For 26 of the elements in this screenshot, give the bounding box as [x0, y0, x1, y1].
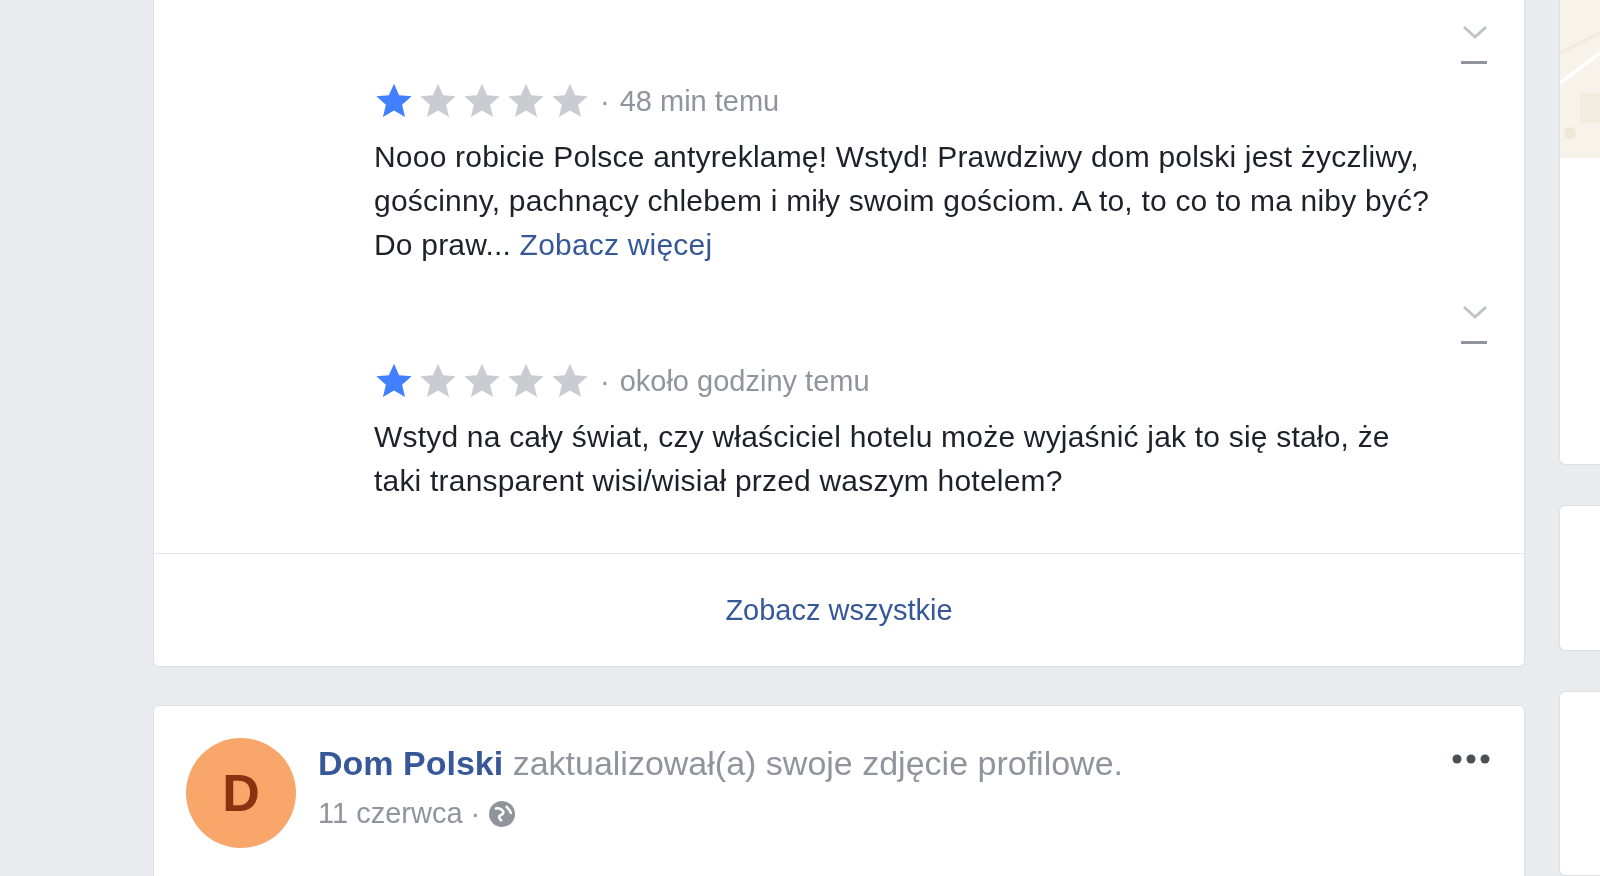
star-icon	[506, 362, 546, 400]
review-time: 48 min temu	[619, 84, 780, 118]
more-options-icon[interactable]	[1452, 754, 1490, 764]
review-time: około godziny temu	[619, 364, 870, 398]
post-headline: Dom Polski zaktualizował(a) swoje zdjęcie profilowe.	[318, 744, 1123, 783]
star-icon	[550, 82, 590, 120]
see-all-link[interactable]: Zobacz wszystkie	[725, 593, 953, 627]
review-text: Wstyd na cały świat, czy właściciel hotelu może wyjaśnić jak to się stało, że taki transparent wisi/wisiał przed waszym hotelem?	[374, 419, 1391, 499]
review-text: Nooo robicie Polsce antyreklamę! Wstyd! Prawdziwy dom polski jest życzliwy, gościnny, pachnący chlebem i miły swoim gościom. A to, to co to ma niby być? Do praw... Zobacz więcej	[374, 139, 1431, 263]
globe-icon	[488, 799, 517, 828]
star-icon	[462, 362, 502, 400]
star-icon	[418, 362, 458, 400]
star-icon	[550, 362, 590, 400]
chevron-down-icon[interactable]	[1461, 303, 1489, 347]
star-icon	[418, 82, 458, 120]
separator: ·	[600, 84, 610, 118]
separator: ·	[470, 797, 481, 830]
avatar[interactable]: D	[186, 738, 296, 848]
star-icon	[462, 82, 502, 120]
separator: ·	[600, 364, 610, 398]
star-icon	[506, 82, 546, 120]
see-more-link[interactable]: Zobacz więcej	[519, 228, 713, 261]
chevron-down-icon[interactable]	[1461, 23, 1489, 67]
star-icon	[374, 362, 414, 400]
star-icon	[374, 82, 414, 120]
author-link[interactable]: Dom Polski	[318, 744, 504, 782]
